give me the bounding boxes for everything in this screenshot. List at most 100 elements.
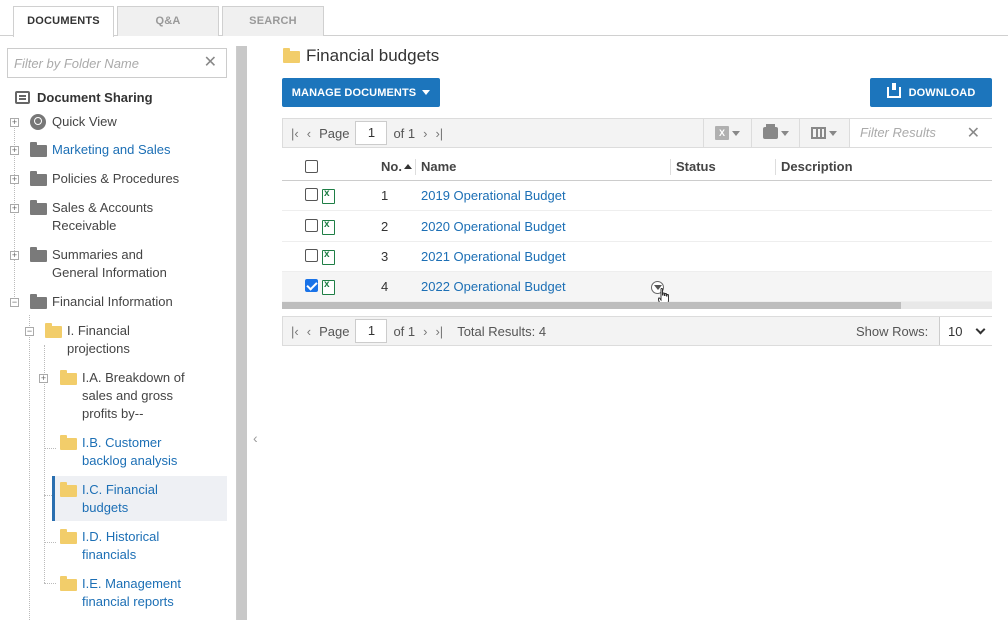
- first-page-icon[interactable]: |‹: [291, 324, 299, 339]
- download-label: DOWNLOAD: [908, 86, 976, 99]
- tree-item-label: backlog analysis: [82, 453, 178, 468]
- caret-down-icon: [828, 130, 837, 136]
- last-page-icon[interactable]: ›|: [435, 126, 443, 141]
- filter-results-input[interactable]: [850, 119, 965, 145]
- page-title-text: Financial budgets: [306, 46, 440, 65]
- download-button[interactable]: DOWNLOAD: [870, 78, 992, 107]
- tab-qa[interactable]: Q&A: [117, 6, 219, 36]
- tree-item-label: Summaries and: [52, 247, 144, 262]
- tree-item-label: budgets: [82, 500, 129, 515]
- prev-page-icon[interactable]: ‹: [307, 126, 311, 141]
- folder-icon: [60, 576, 77, 591]
- table-row[interactable]: 3 2021 Operational Budget: [282, 242, 992, 272]
- page-input[interactable]: 1: [355, 121, 388, 145]
- horizontal-scrollbar[interactable]: [282, 302, 992, 309]
- list-icon: [15, 90, 30, 104]
- expand-icon[interactable]: +: [10, 146, 19, 155]
- columns-icon: [810, 127, 826, 139]
- caret-down-icon: [422, 90, 431, 95]
- folder-icon: [60, 529, 77, 544]
- column-header-description[interactable]: Description: [781, 159, 853, 174]
- excel-icon: [322, 188, 335, 204]
- first-page-icon[interactable]: |‹: [291, 126, 299, 141]
- page-label: Page: [319, 125, 350, 141]
- tab-search[interactable]: SEARCH: [222, 6, 324, 36]
- tree-item-label: sales and gross: [82, 388, 174, 403]
- collapse-icon[interactable]: −: [10, 298, 19, 307]
- top-pager: |‹ ‹ Page 1 of 1 › ›|: [291, 119, 451, 147]
- caret-down-icon: [732, 130, 740, 136]
- tree-item-label: Marketing and Sales: [52, 142, 171, 157]
- tree-item-label: I. Financial: [67, 323, 130, 338]
- tree-item-label: I.A. Breakdown of: [82, 370, 185, 385]
- expand-icon[interactable]: +: [10, 251, 19, 260]
- column-header-status[interactable]: Status: [676, 159, 716, 174]
- expand-icon[interactable]: +: [10, 118, 19, 127]
- expand-icon[interactable]: +: [10, 204, 19, 213]
- row-number: 3: [381, 249, 389, 264]
- scrollbar-thumb[interactable]: [282, 302, 901, 309]
- column-header-label: No.: [381, 159, 402, 174]
- folder-icon: [45, 323, 62, 338]
- tree-item-label: Quick View: [52, 114, 117, 129]
- expand-icon[interactable]: +: [10, 175, 19, 184]
- table-row[interactable]: 2 2020 Operational Budget: [282, 212, 992, 242]
- last-page-icon[interactable]: ›|: [435, 324, 443, 339]
- expand-icon[interactable]: +: [39, 374, 48, 383]
- folder-sidebar: ✕ Document Sharing + Quick View + Market…: [0, 37, 236, 620]
- tree-item-label: Sales & Accounts: [52, 200, 154, 215]
- search-icon: [30, 114, 46, 130]
- row-checkbox[interactable]: [305, 219, 318, 232]
- column-header-no[interactable]: No.: [381, 159, 412, 174]
- excel-icon: [322, 249, 335, 265]
- row-checkbox[interactable]: [305, 249, 318, 262]
- folder-filter: ✕: [7, 48, 227, 78]
- grid-toolbar: |‹ ‹ Page 1 of 1 › ›| X ✕: [282, 118, 992, 148]
- tree-line: [44, 542, 56, 543]
- column-header-name[interactable]: Name: [421, 159, 456, 174]
- tab-documents[interactable]: DOCUMENTS: [13, 6, 114, 37]
- page-of-label: of 1: [393, 125, 416, 141]
- tree-item-label: Policies & Procedures: [52, 171, 180, 186]
- row-number: 2: [381, 219, 389, 234]
- excel-icon: [322, 279, 335, 295]
- tab-bar: DOCUMENTS Q&A SEARCH: [0, 0, 1008, 37]
- folder-icon: [30, 294, 47, 309]
- chevron-down-icon: [975, 324, 986, 335]
- row-checkbox[interactable]: [305, 188, 318, 201]
- folder-filter-input[interactable]: [8, 49, 198, 77]
- manage-documents-label: MANAGE DOCUMENTS: [291, 86, 417, 99]
- show-rows-label: Show Rows:: [856, 324, 929, 339]
- chevron-left-icon[interactable]: ‹: [253, 430, 258, 446]
- column-divider: [415, 159, 416, 175]
- document-link[interactable]: 2022 Operational Budget: [421, 279, 566, 294]
- next-page-icon[interactable]: ›: [423, 324, 427, 339]
- document-link[interactable]: 2021 Operational Budget: [421, 249, 566, 264]
- columns-button[interactable]: [799, 119, 847, 147]
- clear-filter-icon[interactable]: ✕: [204, 54, 217, 72]
- select-all-checkbox[interactable]: [305, 160, 318, 173]
- splitter-bar[interactable]: [237, 46, 247, 620]
- next-page-icon[interactable]: ›: [423, 126, 427, 141]
- document-link[interactable]: 2020 Operational Budget: [421, 219, 566, 234]
- manage-documents-button[interactable]: MANAGE DOCUMENTS: [282, 78, 440, 107]
- tree-item-label: projections: [67, 341, 130, 356]
- clear-filter-icon[interactable]: ✕: [967, 123, 980, 143]
- prev-page-icon[interactable]: ‹: [307, 324, 311, 339]
- export-excel-button[interactable]: X: [703, 119, 751, 147]
- rows-per-page-select[interactable]: 10: [939, 317, 992, 345]
- sidebar-splitter[interactable]: [236, 46, 247, 620]
- tree-root[interactable]: Document Sharing: [15, 87, 153, 107]
- excel-icon: X: [715, 126, 729, 140]
- collapse-icon[interactable]: −: [25, 327, 34, 336]
- tree-item-label: I.E. Management: [82, 576, 181, 591]
- row-checkbox[interactable]: [305, 279, 318, 292]
- document-link[interactable]: 2019 Operational Budget: [421, 188, 566, 203]
- caret-down-icon: [780, 130, 789, 136]
- tree-item-label: financials: [82, 547, 137, 562]
- print-button[interactable]: [751, 119, 799, 147]
- table-row[interactable]: 1 2019 Operational Budget: [282, 181, 992, 211]
- tree-item-label: Financial Information: [52, 294, 173, 309]
- page-input[interactable]: 1: [355, 319, 388, 343]
- table-row[interactable]: 4 2022 Operational Budget: [282, 272, 992, 306]
